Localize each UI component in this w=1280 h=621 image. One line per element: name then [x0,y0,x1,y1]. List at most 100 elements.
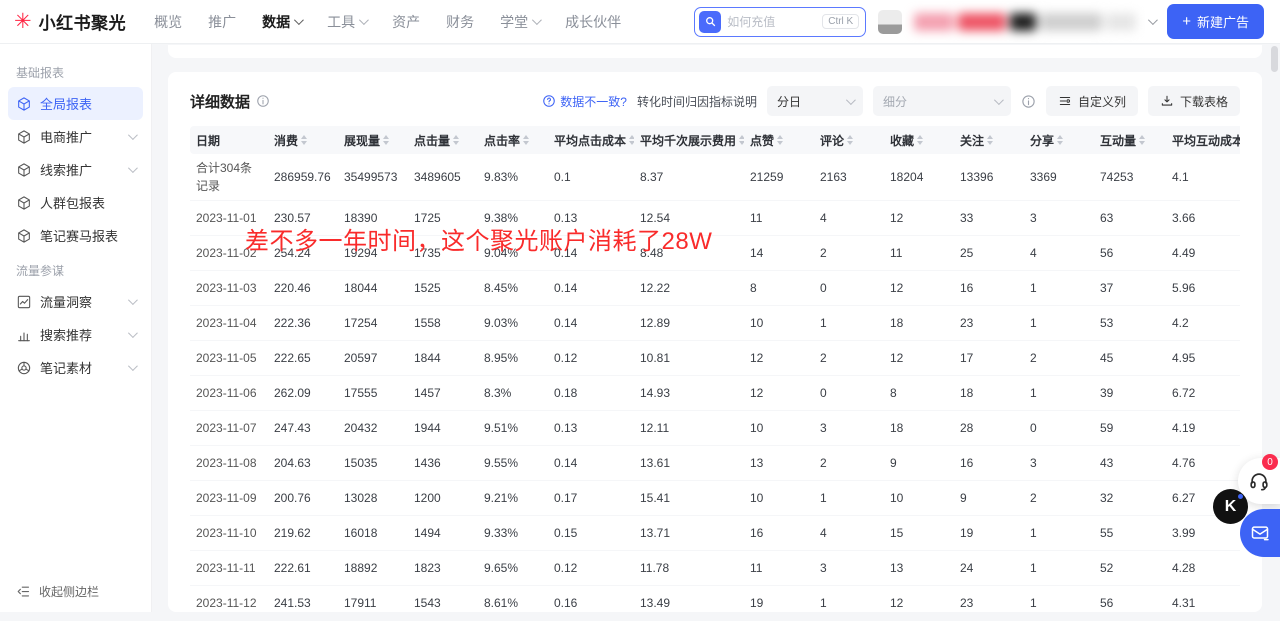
cell-6-13: 6.72 [1166,375,1240,410]
sort-icon[interactable] [1139,135,1145,145]
cell-7-0: 2023-11-07 [190,410,268,445]
segment-info-icon[interactable] [1021,94,1036,109]
cell-3-2: 18044 [338,270,408,305]
nav-item-3[interactable]: 工具 [327,12,366,32]
cell-8-2: 15035 [338,445,408,480]
sidebar-item-label: 笔记赛马报表 [40,226,118,245]
cell-3-8: 0 [814,270,884,305]
avatar[interactable] [878,10,902,34]
column-header-7[interactable]: 点赞 [744,126,814,154]
new-ad-button[interactable]: + 新建广告 [1167,4,1264,39]
nav-item-4[interactable]: 资产 [392,12,420,32]
info-icon[interactable] [256,94,270,108]
sort-icon[interactable] [847,135,853,145]
segment-select[interactable]: 细分 [873,86,1011,116]
cell-11-7: 11 [744,550,814,585]
cell-12-0: 2023-11-12 [190,585,268,620]
chevron-down-icon [128,130,138,140]
column-header-12[interactable]: 互动量 [1094,126,1166,154]
feedback-mail-button[interactable] [1240,509,1280,557]
granularity-select[interactable]: 分日 [767,86,863,116]
sort-icon[interactable] [301,135,307,145]
nav-item-7[interactable]: 成长伙伴 [565,12,621,32]
sidebar-item-1-1[interactable]: 搜索推荐 [8,318,143,351]
account-name-redacted[interactable] [914,11,1136,33]
cell-1-13: 3.66 [1166,200,1240,235]
nav-item-1[interactable]: 推广 [208,12,236,32]
nav-item-6[interactable]: 学堂 [500,12,539,32]
collapse-label: 收起侧边栏 [39,583,99,600]
cell-10-0: 2023-11-10 [190,515,268,550]
sidebar-item-0-0[interactable]: 全局报表 [8,87,143,120]
columns-icon [1058,94,1072,108]
sort-icon[interactable] [987,135,993,145]
cell-0-12: 74253 [1094,154,1166,200]
column-header-9[interactable]: 收藏 [884,126,954,154]
column-header-4[interactable]: 点击率 [478,126,548,154]
column-header-2[interactable]: 展现量 [338,126,408,154]
search-input[interactable]: 如何充值 Ctrl K [694,7,866,37]
sidebar-item-0-1[interactable]: 电商推广 [8,120,143,153]
cell-8-10: 16 [954,445,1024,480]
sort-icon[interactable] [1057,135,1063,145]
app-logo[interactable]: ✳ 小红书聚光 [0,9,154,34]
aperture-icon [16,360,32,376]
column-header-6[interactable]: 平均千次展示费用 [634,126,744,154]
cell-4-6: 12.89 [634,305,744,340]
column-header-11[interactable]: 分享 [1024,126,1094,154]
sort-icon[interactable] [629,135,634,145]
nav-item-5[interactable]: 财务 [446,12,474,32]
data-inconsistent-link[interactable]: 数据不一致? [542,93,627,110]
report-icon [16,228,32,244]
table-row: 2023-11-09200.761302812009.21%0.1715.411… [190,480,1240,515]
logo-burst-icon: ✳ [14,11,32,32]
help-icon [542,94,556,108]
cell-8-11: 3 [1024,445,1094,480]
sidebar-item-1-2[interactable]: 笔记素材 [8,351,143,384]
column-header-13[interactable]: 平均互动成本 [1166,126,1240,154]
column-header-5[interactable]: 平均点击成本 [548,126,634,154]
download-table-button[interactable]: 下载表格 [1148,86,1240,116]
nav-item-0[interactable]: 概览 [154,12,182,32]
column-header-8[interactable]: 评论 [814,126,884,154]
column-header-1[interactable]: 消费 [268,126,338,154]
sidebar-item-0-4[interactable]: 笔记赛马报表 [8,219,143,252]
sort-icon[interactable] [777,135,783,145]
column-header-10[interactable]: 关注 [954,126,1024,154]
sidebar-item-label: 人群包报表 [40,193,105,212]
cell-7-7: 10 [744,410,814,445]
unread-badge: 0 [1262,454,1278,470]
download-icon [1160,94,1174,108]
page-scrollbar-thumb[interactable] [1271,46,1278,72]
cell-0-2: 35499573 [338,154,408,200]
cell-4-11: 1 [1024,305,1094,340]
nav-item-2[interactable]: 数据 [262,12,301,32]
sort-icon[interactable] [917,135,923,145]
cell-11-11: 1 [1024,550,1094,585]
account-chevron-down-icon[interactable] [1148,15,1158,25]
sidebar-item-0-3[interactable]: 人群包报表 [8,186,143,219]
cell-6-12: 39 [1094,375,1166,410]
cell-11-1: 222.61 [268,550,338,585]
cell-10-8: 4 [814,515,884,550]
chevron-down-icon [128,328,138,338]
k-assistant-button[interactable]: K [1213,489,1248,524]
sidebar-item-1-0[interactable]: 流量洞察 [8,285,143,318]
cell-8-3: 1436 [408,445,478,480]
collapse-sidebar-button[interactable]: 收起侧边栏 [16,583,99,600]
cell-7-8: 3 [814,410,884,445]
sort-icon[interactable] [523,135,529,145]
cell-8-4: 9.55% [478,445,548,480]
sidebar-item-0-2[interactable]: 线索推广 [8,153,143,186]
search-shortcut: Ctrl K [822,14,859,29]
cell-10-11: 1 [1024,515,1094,550]
column-header-3[interactable]: 点击量 [408,126,478,154]
customize-columns-button[interactable]: 自定义列 [1046,86,1138,116]
cell-8-7: 13 [744,445,814,480]
sort-icon[interactable] [453,135,459,145]
search-icon [699,11,721,33]
sort-icon[interactable] [739,135,744,145]
line-chart-icon [16,294,32,310]
cell-12-5: 0.16 [548,585,634,620]
sort-icon[interactable] [383,135,389,145]
